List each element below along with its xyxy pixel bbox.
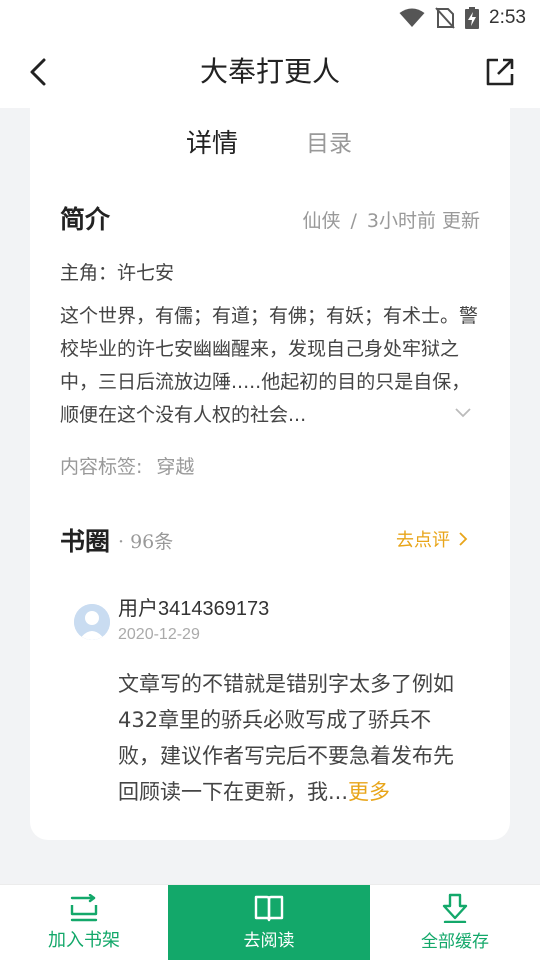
cache-all-button[interactable]: 全部缓存 <box>370 885 540 960</box>
tab-bar: 详情 目录 <box>30 120 510 168</box>
battery-charging-icon <box>465 7 480 29</box>
avatar[interactable] <box>74 604 110 640</box>
chevron-left-icon <box>30 58 46 86</box>
user-avatar-icon <box>74 604 110 640</box>
comment-body: 文章写的不错就是错别字太多了例如432章里的骄兵必败写成了骄兵不败，建议作者写完… <box>118 672 454 804</box>
more-link[interactable]: 更多 <box>348 780 390 804</box>
no-sim-icon <box>435 7 455 29</box>
back-button[interactable] <box>20 54 56 90</box>
intro-meta: 仙侠 / 3小时前 更新 <box>302 206 480 233</box>
read-label: 去阅读 <box>243 931 295 951</box>
title-bar: 大奉打更人 <box>0 36 540 108</box>
download-icon <box>442 893 468 923</box>
tag-item[interactable]: 穿越 <box>156 456 194 478</box>
write-review-label: 去点评 <box>396 530 450 551</box>
genre-label: 仙侠 <box>302 210 341 232</box>
update-time: 3小时前 更新 <box>366 210 480 232</box>
bookshelf-add-icon <box>70 893 98 921</box>
comment-count: · 96条 <box>118 531 174 553</box>
share-button[interactable] <box>482 54 518 90</box>
add-to-shelf-button[interactable]: 加入书架 <box>0 885 168 960</box>
chevron-right-icon <box>459 532 468 546</box>
cache-all-label: 全部缓存 <box>421 932 489 952</box>
read-button[interactable]: 去阅读 <box>168 885 370 960</box>
intro-title: 简介 <box>60 205 111 234</box>
content-tags: 内容标签: 穿越 <box>60 452 194 479</box>
meta-separator: / <box>350 210 357 232</box>
synopsis[interactable]: 这个世界，有儒；有道；有佛；有妖；有术士。警校毕业的许七安幽幽醒来，发现自己身处… <box>60 300 480 432</box>
comment-text: 文章写的不错就是错别字太多了例如432章里的骄兵必败写成了骄兵不败，建议作者写完… <box>118 666 468 810</box>
share-icon <box>486 58 514 86</box>
protagonist: 主角：许七安 <box>60 262 175 284</box>
book-circle-header: 书圈 · 96条 去点评 <box>60 522 480 558</box>
username[interactable]: 用户3414369173 <box>118 592 269 621</box>
open-book-icon <box>254 895 284 922</box>
wifi-icon <box>399 8 425 27</box>
chevron-down-icon[interactable] <box>454 404 472 422</box>
tab-toc[interactable]: 目录 <box>306 120 352 168</box>
bottom-action-bar: 加入书架 去阅读 全部缓存 <box>0 884 540 960</box>
status-bar: 2:53 <box>0 0 540 36</box>
comment-date: 2020-12-29 <box>118 626 200 643</box>
tags-label: 内容标签: <box>60 456 143 478</box>
tab-details[interactable]: 详情 <box>186 120 238 168</box>
page-title: 大奉打更人 <box>199 55 340 88</box>
status-time: 2:53 <box>489 7 526 28</box>
book-circle-title: 书圈 <box>60 527 111 556</box>
add-to-shelf-label: 加入书架 <box>48 929 120 951</box>
intro-header: 简介 仙侠 / 3小时前 更新 <box>60 200 480 240</box>
detail-card: 详情 目录 简介 仙侠 / 3小时前 更新 主角：许七安 这个世界，有儒；有道；有佛… <box>30 108 510 840</box>
write-review-link[interactable]: 去点评 <box>396 526 468 552</box>
